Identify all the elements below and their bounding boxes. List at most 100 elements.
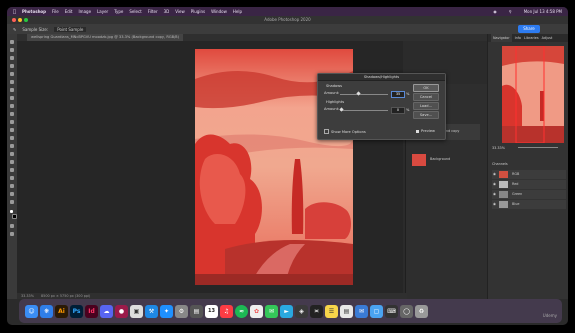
menu-photoshop[interactable]: Photoshop <box>22 9 46 14</box>
share-button[interactable]: Share <box>518 25 540 33</box>
highlights-amount-slider[interactable] <box>339 107 388 112</box>
eyedropper-icon[interactable] <box>10 88 14 92</box>
menu-select[interactable]: Select <box>129 9 141 14</box>
menu-image[interactable]: Image <box>79 9 92 14</box>
eye-icon[interactable]: ◉ <box>493 172 496 176</box>
tab-navigator[interactable]: Navigator <box>491 34 512 42</box>
maximize-window-icon[interactable] <box>24 18 28 22</box>
system-preferences-icon[interactable]: ⚙ <box>175 304 188 318</box>
illustrator-icon[interactable]: Ai <box>55 304 68 318</box>
preview-option[interactable]: Preview <box>416 129 435 133</box>
menu-3d[interactable]: 3D <box>164 9 170 14</box>
zoom-tool-icon[interactable] <box>10 200 14 204</box>
dodge-tool-icon[interactable] <box>10 152 14 156</box>
navigator-zoom[interactable]: 33.33% <box>492 146 505 150</box>
menubar-clock[interactable]: Mon Jul 13 4:58 PM <box>524 9 562 14</box>
type-tool-icon[interactable] <box>10 168 14 172</box>
shadows-amount-input[interactable]: 35 <box>391 91 405 98</box>
photos-icon[interactable]: ✿ <box>250 304 263 318</box>
layer-row[interactable]: Background <box>410 152 480 168</box>
messages-icon[interactable]: ✉ <box>265 304 278 318</box>
eye-icon[interactable]: ◉ <box>493 202 496 206</box>
load-button[interactable]: Load... <box>413 102 439 110</box>
blur-tool-icon[interactable] <box>10 144 14 148</box>
app-store-icon[interactable]: ✦ <box>160 304 173 318</box>
apple-icon[interactable]:  <box>13 9 16 15</box>
menu-help[interactable]: Help <box>233 9 242 14</box>
eraser-tool-icon[interactable] <box>10 128 14 132</box>
crop-tool-icon[interactable] <box>10 72 14 76</box>
app-icon[interactable]: ● <box>115 304 128 318</box>
tab-adjust[interactable]: Adjust <box>542 34 553 42</box>
document-tab[interactable]: wellspring Guardians_MNcBPGVU moodzb.jpg… <box>27 34 183 41</box>
pen-tool-icon[interactable] <box>10 160 14 164</box>
sample-size-select[interactable]: Point Sample <box>54 26 87 32</box>
save-button[interactable]: Save... <box>413 111 439 119</box>
menu-plugins[interactable]: Plugins <box>191 9 205 14</box>
terminal-icon[interactable]: ⌨ <box>385 304 398 318</box>
screen-mode-icon[interactable] <box>10 232 14 236</box>
quick-select-tool-icon[interactable] <box>10 64 14 68</box>
cube-app-icon[interactable]: ▣ <box>130 304 143 318</box>
highlights-amount-input[interactable]: 0 <box>391 107 405 114</box>
finder-icon[interactable]: ☺ <box>25 304 38 318</box>
minimize-window-icon[interactable] <box>18 18 22 22</box>
calendar-icon[interactable]: 13 <box>205 304 218 318</box>
slider-knob[interactable] <box>339 107 344 112</box>
channels-title[interactable]: Channels <box>492 162 508 166</box>
move-tool-icon[interactable] <box>10 40 14 44</box>
cancel-button[interactable]: Cancel <box>413 93 439 101</box>
photoshop-icon[interactable]: Ps <box>70 304 83 318</box>
preview-checkbox[interactable] <box>416 129 419 133</box>
shortcut-app-icon[interactable]: ▤ <box>190 304 203 318</box>
wifi-icon[interactable]: ◉ <box>493 9 497 14</box>
utility-icon[interactable]: ◯ <box>400 304 413 318</box>
menu-window[interactable]: Window <box>211 9 227 14</box>
indesign-icon[interactable]: Id <box>85 304 98 318</box>
tab-libraries[interactable]: Libraries <box>524 34 539 42</box>
show-more-checkbox[interactable] <box>324 129 329 134</box>
shape-tool-icon[interactable] <box>10 184 14 188</box>
channel-row[interactable]: ◉ Blue <box>492 200 566 209</box>
foreground-color-swatch[interactable] <box>10 210 13 213</box>
preview-app-icon[interactable]: ▤ <box>340 304 353 318</box>
status-zoom[interactable]: 33.33% <box>21 294 34 298</box>
menu-type[interactable]: Type <box>114 9 123 14</box>
quick-mask-icon[interactable] <box>10 224 14 228</box>
close-window-icon[interactable] <box>12 18 16 22</box>
xcode-icon[interactable]: ⚒ <box>145 304 158 318</box>
eye-icon[interactable]: ◉ <box>493 192 496 196</box>
shadows-amount-slider[interactable] <box>340 91 388 96</box>
dark-app-icon[interactable]: ◈ <box>295 304 308 318</box>
history-brush-icon[interactable] <box>10 120 14 124</box>
trash-icon[interactable]: ♻ <box>415 304 428 318</box>
notes-icon[interactable]: ☰ <box>325 304 338 318</box>
path-select-icon[interactable] <box>10 176 14 180</box>
activity-monitor-icon[interactable]: ≍ <box>310 304 323 318</box>
eye-icon[interactable]: ◉ <box>493 182 496 186</box>
channel-row[interactable]: ◉ RGB <box>492 170 566 179</box>
gradient-tool-icon[interactable] <box>10 136 14 140</box>
menu-filter[interactable]: Filter <box>148 9 158 14</box>
frame-tool-icon[interactable] <box>10 80 14 84</box>
clone-stamp-icon[interactable] <box>10 112 14 116</box>
ok-button[interactable]: OK <box>413 84 439 92</box>
navigator-zoom-slider[interactable] <box>518 147 558 148</box>
music-icon[interactable]: ♫ <box>220 304 233 318</box>
marquee-tool-icon[interactable] <box>10 48 14 52</box>
safari-icon[interactable]: ❋ <box>40 304 53 318</box>
discord-icon[interactable]: ☁ <box>100 304 113 318</box>
mail-icon[interactable]: ✉ <box>355 304 368 318</box>
show-more-options[interactable]: Show More Options <box>324 129 366 134</box>
lasso-tool-icon[interactable] <box>10 56 14 60</box>
slider-knob[interactable] <box>356 91 361 96</box>
navigator-preview[interactable] <box>502 45 564 144</box>
spotify-icon[interactable]: ≈ <box>235 304 248 318</box>
tab-info[interactable]: Info <box>515 34 521 42</box>
eyedropper-tool-icon[interactable]: ✎ <box>13 27 16 32</box>
menu-view[interactable]: View <box>175 9 185 14</box>
folder-icon[interactable]: ▢ <box>370 304 383 318</box>
hand-tool-icon[interactable] <box>10 192 14 196</box>
menu-layer[interactable]: Layer <box>97 9 108 14</box>
menu-edit[interactable]: Edit <box>65 9 73 14</box>
